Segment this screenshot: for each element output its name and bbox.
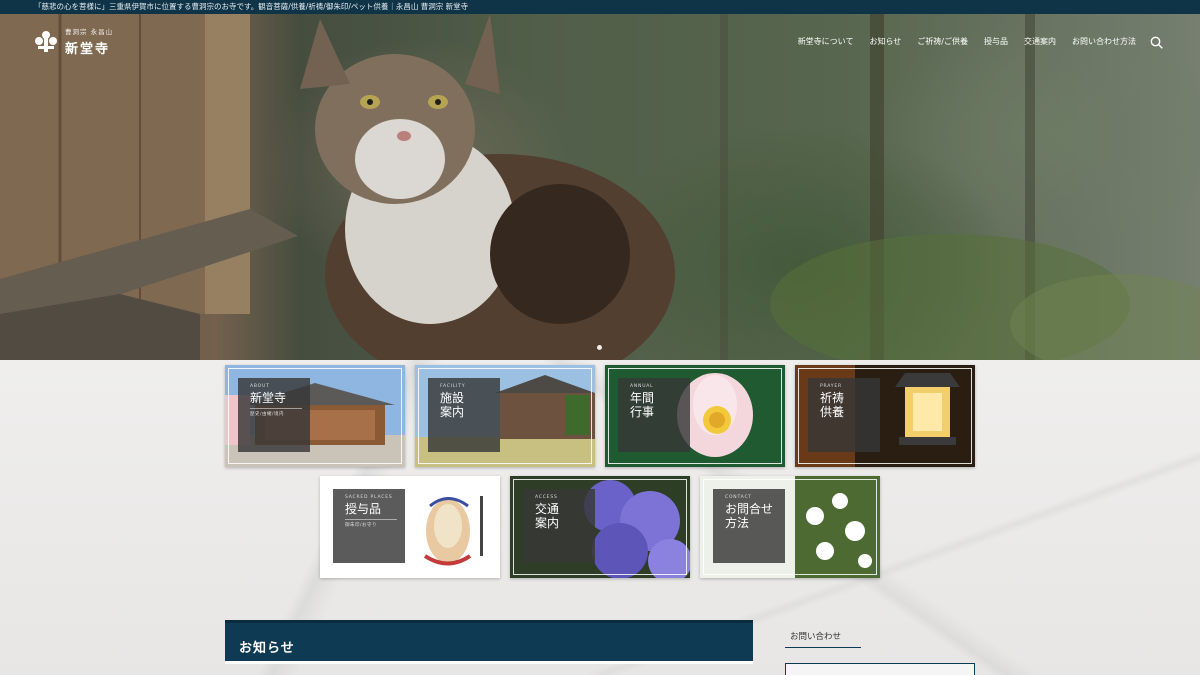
news-title: お知らせ bbox=[239, 641, 295, 656]
card-contact-label: CONTACT お問合せ 方法 bbox=[713, 489, 785, 563]
logo-subtitle: 曹洞宗 永昌山 bbox=[65, 28, 114, 36]
card-access-label: ACCESS 交通 案内 bbox=[523, 489, 595, 563]
sidebar-contact-title: お問い合わせ bbox=[785, 630, 861, 648]
card-about[interactable]: ABOUT 新堂寺 歴史/由緒/境内 bbox=[225, 365, 405, 467]
card-prayer-label: PRAYER 祈祷 供養 bbox=[808, 378, 880, 452]
card-annual-events-label: ANNUAL 年間 行事 bbox=[618, 378, 690, 452]
nav-item-prayer[interactable]: ご祈祷/ご供養 bbox=[917, 36, 968, 47]
card-contact[interactable]: CONTACT お問合せ 方法 bbox=[700, 476, 880, 578]
card-facility-label: FACILITY 施設 案内 bbox=[428, 378, 500, 452]
site-logo[interactable]: 曹洞宗 永昌山 新堂寺 bbox=[33, 26, 113, 57]
sidebar-contact-box bbox=[785, 663, 975, 675]
card-facility[interactable]: FACILITY 施設 案内 bbox=[415, 365, 595, 467]
site-tagline-bar: 「慈悲の心を菩様に」三重県伊賀市に位置する曹洞宗のお寺です。観音菩薩/供養/祈祷… bbox=[0, 0, 1200, 14]
card-sacred-items[interactable]: SACRED PLACES 授与品 御朱印/お守り bbox=[320, 476, 500, 578]
card-sacred-items-label: SACRED PLACES 授与品 御朱印/お守り bbox=[333, 489, 405, 563]
main-nav: 新堂寺について お知らせ ご祈祷/ご供養 授与品 交通案内 お問い合わせ方法 bbox=[798, 36, 1136, 47]
logo-title: 新堂寺 bbox=[65, 42, 111, 57]
search-icon[interactable] bbox=[1150, 36, 1163, 49]
slider-indicator-dot[interactable] bbox=[597, 345, 602, 350]
hero-slider[interactable] bbox=[0, 14, 1200, 360]
nav-item-contact[interactable]: お問い合わせ方法 bbox=[1072, 36, 1136, 47]
tagline-text: 「慈悲の心を菩様に」三重県伊賀市に位置する曹洞宗のお寺です。観音菩薩/供養/祈祷… bbox=[34, 2, 469, 11]
card-access[interactable]: ACCESS 交通 案内 bbox=[510, 476, 690, 578]
news-section-header: お知らせ bbox=[225, 620, 753, 664]
nav-item-about[interactable]: 新堂寺について bbox=[798, 36, 854, 47]
card-prayer[interactable]: PRAYER 祈祷 供養 bbox=[795, 365, 975, 467]
temple-crest-icon bbox=[35, 30, 57, 52]
hero-cat-image bbox=[0, 14, 1200, 360]
nav-item-news[interactable]: お知らせ bbox=[869, 36, 901, 47]
nav-item-amulets[interactable]: 授与品 bbox=[984, 36, 1008, 47]
card-annual-events[interactable]: ANNUAL 年間 行事 bbox=[605, 365, 785, 467]
nav-item-access[interactable]: 交通案内 bbox=[1024, 36, 1056, 47]
card-about-label: ABOUT 新堂寺 歴史/由緒/境内 bbox=[238, 378, 310, 452]
